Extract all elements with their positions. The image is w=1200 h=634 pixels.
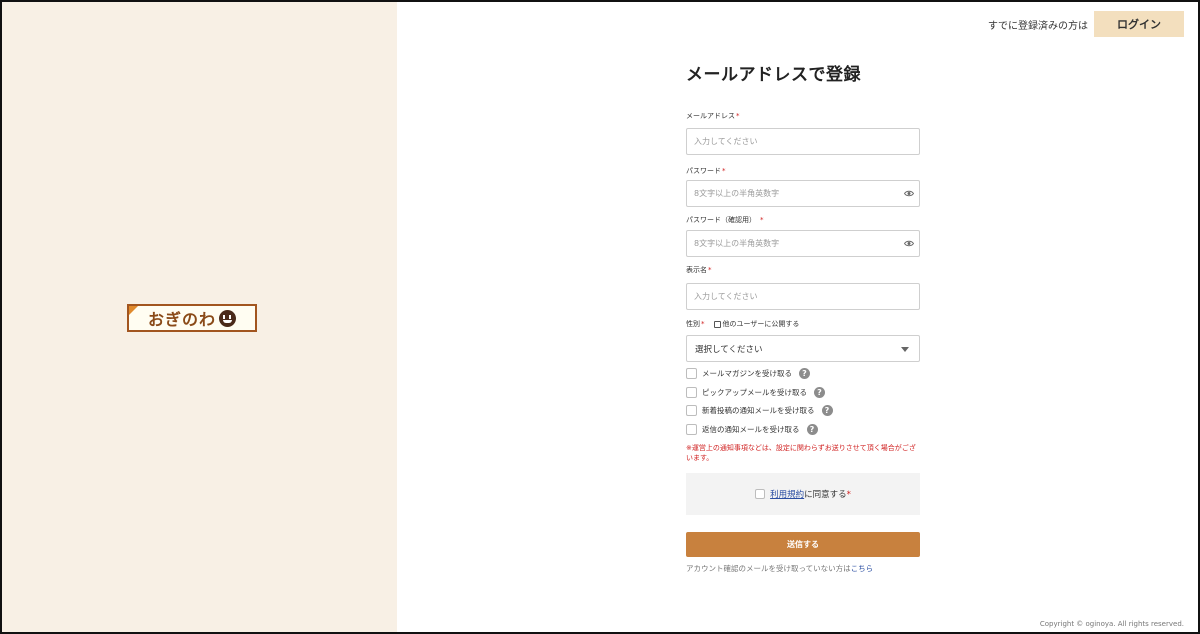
required-mark: *	[760, 216, 764, 224]
gender-select[interactable]: 選択してください	[686, 335, 920, 362]
login-button[interactable]: ログイン	[1094, 11, 1184, 37]
registration-form: メールアドレスで登録 メールアドレス* パスワード* パスワード（確認用）*	[686, 60, 922, 573]
required-mark: *	[736, 112, 740, 120]
required-mark: *	[708, 266, 712, 274]
subscription-label: ピックアップメールを受け取る	[702, 388, 807, 397]
smiley-face-icon	[219, 309, 236, 327]
required-mark: *	[701, 320, 705, 328]
login-prompt-text: すでに登録済みの方は	[987, 20, 1088, 32]
password-label: パスワード *	[686, 167, 726, 175]
subscription-label: メールマガジンを受け取る	[702, 369, 792, 378]
gender-label: 性別 * 他のユーザーに公開する	[686, 319, 800, 329]
email-label: メールアドレス *	[686, 112, 740, 120]
subscription-option[interactable]: ピックアップメールを受け取る ?	[686, 387, 825, 398]
terms-link[interactable]: 利用規約	[770, 490, 804, 500]
gender-select-value: 選択してください	[695, 344, 763, 355]
subscription-label: 新着投稿の通知メールを受け取る	[702, 406, 815, 415]
terms-checkbox[interactable]	[755, 489, 766, 499]
chevron-down-icon	[901, 347, 909, 352]
subscription-option[interactable]: 返信の通知メールを受け取る ?	[686, 424, 818, 435]
notice-text: ※運営上の通知事項などは、設定に関わらずお送りさせて頂く場合がございます。	[686, 444, 916, 462]
logo-text: おぎのわ	[147, 310, 216, 329]
help-icon[interactable]: ?	[814, 387, 825, 398]
brand-logo: おぎのわ	[127, 304, 257, 332]
password-group: パスワード *	[686, 166, 920, 207]
page-title: メールアドレスで登録	[686, 65, 861, 85]
display-name-group: 表示名 *	[686, 265, 920, 310]
eye-icon[interactable]	[904, 189, 914, 198]
brand-panel: おぎのわ	[2, 2, 397, 632]
gender-group: 性別 * 他のユーザーに公開する 選択してください	[686, 319, 920, 362]
subscription-checkbox[interactable]	[686, 424, 697, 435]
resend-prompt: アカウント確認のメールを受け取っていない方はこちら	[686, 563, 873, 574]
login-prompt-bar: すでに登録済みの方は ログイン	[988, 11, 1184, 37]
subscription-checkbox[interactable]	[686, 387, 697, 398]
password-input[interactable]	[686, 180, 920, 207]
subscription-checkbox[interactable]	[686, 368, 697, 379]
password-confirm-input[interactable]	[686, 230, 920, 257]
required-mark: *	[846, 490, 851, 500]
help-icon[interactable]: ?	[799, 368, 810, 379]
subscription-checkbox[interactable]	[686, 405, 697, 416]
resend-text: アカウント確認のメールを受け取っていない方は	[686, 564, 851, 573]
required-mark: *	[722, 167, 726, 175]
page: おぎのわ すでに登録済みの方は ログイン メールアドレスで登録 メールアドレス *…	[0, 0, 1200, 634]
help-icon[interactable]: ?	[821, 405, 833, 416]
terms-agreement[interactable]: 利用規約に同意する*	[686, 473, 920, 515]
gender-public-label: 他のユーザーに公開する	[722, 320, 800, 328]
subscription-option[interactable]: メールマガジンを受け取る ?	[686, 368, 810, 379]
subscription-label: 返信の通知メールを受け取る	[702, 425, 800, 434]
resend-link[interactable]: こちら	[851, 564, 874, 573]
gender-public-checkbox[interactable]	[713, 320, 721, 328]
help-icon[interactable]: ?	[806, 424, 818, 435]
copyright: Copyright © oginoya. All rights reserved…	[1039, 620, 1184, 628]
display-name-input[interactable]	[686, 283, 920, 310]
agree-label: に同意する	[804, 490, 847, 500]
submit-button[interactable]: 送信する	[686, 532, 920, 557]
logo-corner-mark	[129, 306, 138, 315]
email-group: メールアドレス *	[686, 111, 920, 155]
password-confirm-group: パスワード（確認用） *	[686, 215, 920, 257]
subscription-option[interactable]: 新着投稿の通知メールを受け取る ?	[686, 405, 833, 416]
password-confirm-label: パスワード（確認用） *	[686, 216, 764, 224]
gender-public-toggle[interactable]: 他のユーザーに公開する	[713, 319, 800, 329]
email-input[interactable]	[686, 128, 920, 155]
display-name-label: 表示名 *	[686, 266, 712, 274]
eye-icon[interactable]	[904, 239, 914, 248]
